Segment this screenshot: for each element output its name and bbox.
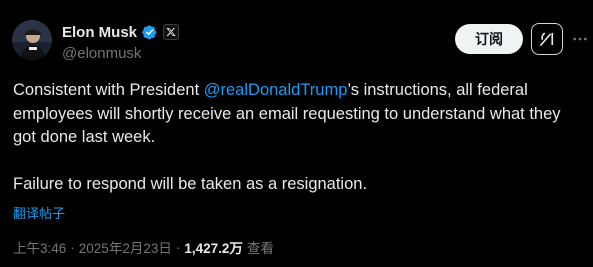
translate-post-link[interactable]: 翻译帖子: [13, 203, 65, 222]
author-handle[interactable]: @elonmusk: [62, 45, 179, 62]
meta-separator: ·: [175, 239, 181, 255]
post-paragraph-2: Failure to respond will be taken as a re…: [13, 175, 368, 193]
author-display-name[interactable]: Elon Musk: [62, 24, 137, 41]
avatar[interactable]: [12, 20, 52, 60]
subscribe-button[interactable]: 订阅: [455, 24, 523, 54]
post-meta: 上午3:46 · 2025年2月23日 · 1,427.2万 查看: [13, 237, 274, 257]
post-card: Elon Musk @elonmusk 订阅 Consistent with P…: [0, 0, 593, 267]
x-logo-icon[interactable]: [163, 24, 180, 40]
post-text-segment: Consistent with President: [13, 81, 204, 99]
grok-icon[interactable]: [531, 23, 563, 55]
post-text: Consistent with President @realDonaldTru…: [13, 79, 583, 197]
views-label: 查看: [246, 241, 274, 256]
post-paragraph-1: Consistent with President @realDonaldTru…: [13, 79, 583, 150]
post-header: Elon Musk @elonmusk 订阅: [12, 18, 587, 64]
post-date[interactable]: 2025年2月23日: [79, 237, 172, 257]
mention-link[interactable]: @realDonaldTrump: [204, 81, 348, 99]
views-count: 1,427.2万: [184, 241, 243, 256]
post-time[interactable]: 上午3:46: [13, 237, 66, 257]
more-dots-icon[interactable]: [569, 28, 591, 50]
author-identity: Elon Musk @elonmusk: [62, 22, 180, 62]
avatar-image: [12, 20, 52, 60]
meta-separator: ·: [70, 239, 75, 255]
name-row: Elon Musk: [62, 22, 180, 42]
verified-check-icon[interactable]: [141, 23, 159, 41]
